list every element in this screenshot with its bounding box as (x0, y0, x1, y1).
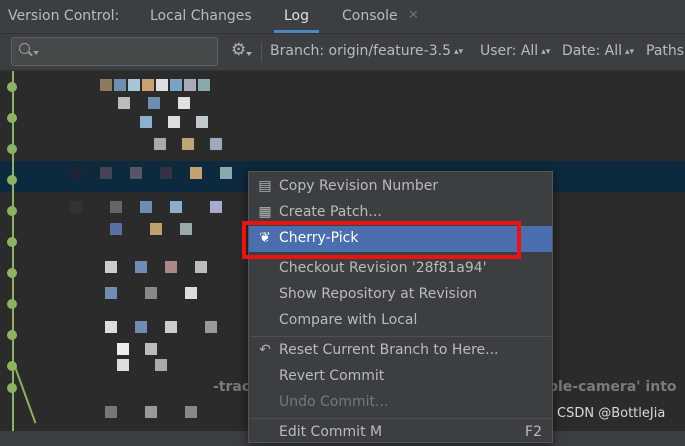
menu-item-label: Show Repository at Revision (279, 286, 478, 302)
commit-node (7, 330, 17, 340)
chevron-down-icon (246, 52, 252, 56)
menu-item-undo-commit: Undo Commit... (249, 390, 552, 416)
menu-item-label: Create Patch... (279, 204, 382, 220)
menu-separator (250, 336, 551, 337)
patch-icon: ▦ (258, 204, 272, 220)
chevron-down-icon (33, 51, 39, 55)
context-menu: ▤ Copy Revision Number ▦ Create Patch...… (248, 171, 553, 443)
commit-node (7, 206, 17, 216)
commit-node (7, 383, 17, 393)
version-control-label: Version Control: (8, 8, 120, 24)
updown-icon: ▴▾ (625, 47, 635, 57)
commit-message-fragment: uble-camera' into (538, 379, 677, 395)
date-filter[interactable]: Date: All ▴▾ (562, 43, 634, 59)
tool-window-tabbar: Version Control: Local Changes Log Conso… (0, 0, 685, 34)
date-filter-label: Date: All (562, 43, 622, 59)
annotation-highlight-box (242, 221, 521, 259)
commit-node (7, 175, 17, 185)
tab-log[interactable]: Log (273, 0, 320, 33)
menu-item-edit-commit-message[interactable]: Edit Commit M F2 (249, 420, 552, 446)
commit-node (7, 113, 17, 123)
undo-arrow-icon: ↶ (259, 342, 271, 358)
commit-node (7, 144, 17, 154)
paths-filter-label: Paths (646, 43, 685, 59)
clipboard-icon: ▤ (258, 178, 272, 194)
menu-item-label: Compare with Local (279, 312, 418, 328)
menu-item-label: Edit Commit M (279, 424, 383, 440)
menu-item-show-repository[interactable]: Show Repository at Revision (249, 282, 552, 308)
menu-item-label: Revert Commit (279, 368, 385, 384)
user-filter[interactable]: User: All ▴▾ (480, 43, 550, 59)
paths-filter[interactable]: Paths (646, 43, 684, 59)
updown-icon: ▴▾ (541, 47, 551, 57)
menu-item-copy-revision-number[interactable]: ▤ Copy Revision Number (249, 174, 552, 200)
gear-icon[interactable]: ⚙ (231, 40, 246, 60)
watermark: CSDN @BottleJia (557, 406, 666, 421)
branch-filter[interactable]: Branch: origin/feature-3.5 ▴▾ (270, 43, 463, 59)
branch-filter-label: Branch: origin/feature-3.5 (270, 43, 451, 59)
toolbar-divider (261, 42, 262, 62)
commit-node (7, 361, 17, 371)
commit-graph-line (12, 71, 14, 431)
commit-graph-branch (14, 366, 37, 424)
commit-node (7, 237, 17, 247)
menu-separator (250, 418, 551, 419)
close-icon[interactable]: ✕ (408, 8, 419, 23)
menu-item-revert-commit[interactable]: Revert Commit (249, 364, 552, 390)
menu-item-reset-current-branch[interactable]: ↶ Reset Current Branch to Here... (249, 338, 552, 364)
log-toolbar: ⚙ Branch: origin/feature-3.5 ▴▾ User: All… (0, 34, 685, 71)
menu-item-label: Checkout Revision '28f81a94' (279, 260, 487, 276)
commit-node (7, 82, 17, 92)
tab-console[interactable]: Console (342, 0, 398, 33)
search-icon (19, 43, 30, 54)
menu-item-compare-with-local[interactable]: Compare with Local (249, 308, 552, 334)
menu-item-label: Undo Commit... (279, 394, 389, 410)
menu-item-shortcut: F2 (525, 424, 542, 440)
menu-item-label: Copy Revision Number (279, 178, 439, 194)
tab-local-changes[interactable]: Local Changes (150, 0, 252, 33)
user-filter-label: User: All (480, 43, 539, 59)
commit-node (7, 299, 17, 309)
menu-item-checkout-revision[interactable]: Checkout Revision '28f81a94' (249, 256, 552, 282)
search-input[interactable] (11, 37, 218, 66)
menu-item-label: Reset Current Branch to Here... (279, 342, 499, 358)
updown-icon: ▴▾ (454, 47, 464, 57)
commit-node (7, 268, 17, 278)
